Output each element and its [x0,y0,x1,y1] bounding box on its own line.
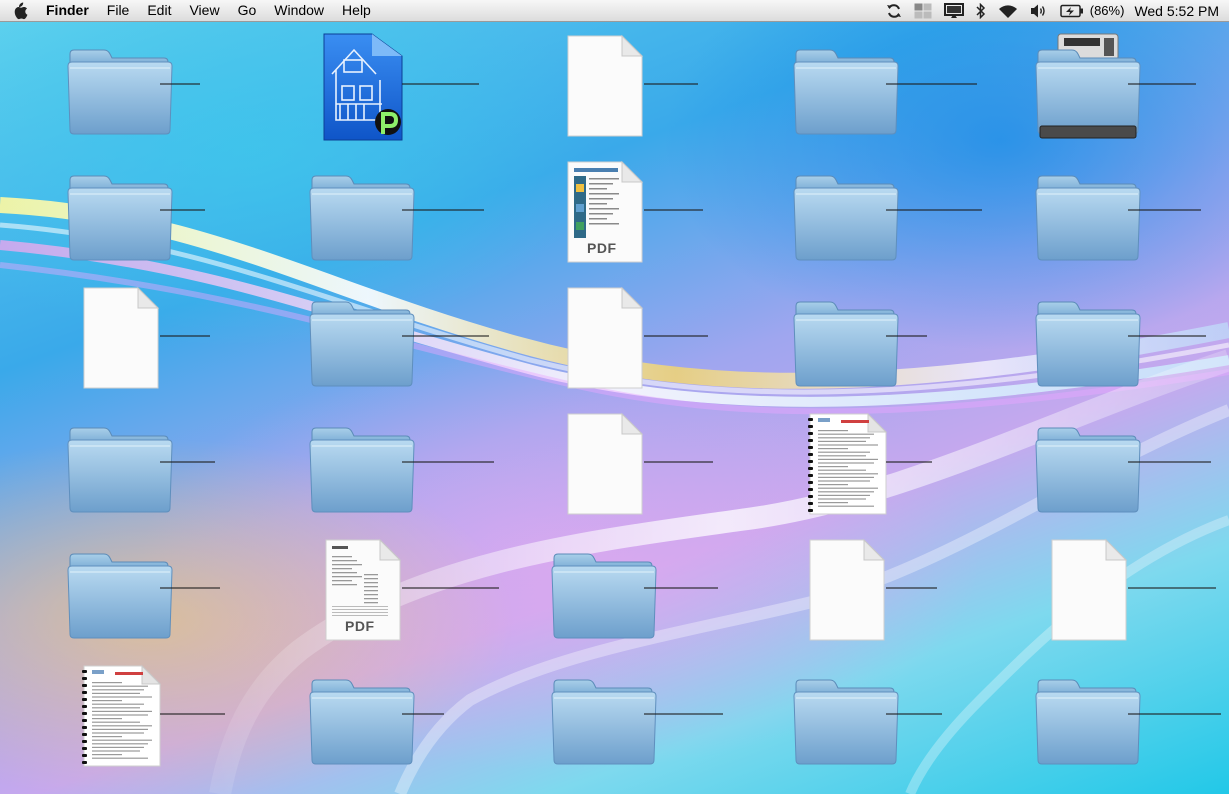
volume-icon[interactable] [1024,0,1054,21]
desktop-item-folder[interactable] [1028,660,1221,780]
menu-window[interactable]: Window [265,0,333,21]
desktop-item-folder[interactable] [302,282,489,402]
battery-percentage: (86%) [1089,3,1125,18]
pdf-badge-label: PDF [345,618,375,634]
desktop-item-document[interactable] [786,534,937,654]
desktop-item-document[interactable] [544,408,713,528]
desktop-item-folder[interactable] [302,408,494,528]
battery-icon[interactable] [1054,0,1090,21]
desktop-item-label [886,206,1006,214]
desktop-item-label [402,332,522,340]
desktop-item-folder[interactable] [786,660,942,780]
desktop-item-label [886,458,1006,466]
desktop-item-label [886,584,1006,592]
desktop-item-folder[interactable] [544,660,723,780]
menu-clock[interactable]: Wed 5:52 PM [1128,3,1229,19]
desktop-item-document[interactable] [1028,534,1216,654]
pdf-badge-label: PDF [587,240,617,256]
desktop-item-folder[interactable] [1028,156,1201,276]
desktop-item-label [160,710,280,718]
desktop-item-label [402,206,522,214]
desktop-item-doc-preview[interactable] [786,408,932,528]
desktop-item-label [1128,80,1229,88]
menu-app-finder[interactable]: Finder [40,0,98,21]
desktop-item-folder[interactable] [786,30,977,150]
display-icon[interactable] [938,0,970,21]
menu-help[interactable]: Help [333,0,380,21]
desktop-item-label [644,458,764,466]
desktop-item-folder[interactable] [60,156,205,276]
desktop-item-folder[interactable] [60,30,200,150]
wifi-icon[interactable] [992,0,1024,21]
desktop-item-label [402,80,522,88]
desktop-item-label [160,206,280,214]
desktop-item-document[interactable] [60,282,210,402]
desktop-item-folder[interactable] [1028,282,1206,402]
desktop-item-label [886,80,1006,88]
desktop-item-folder[interactable] [302,156,484,276]
desktop-item-drive[interactable] [1028,30,1196,150]
desktop-item-folder[interactable] [786,156,982,276]
desktop-item-app-doc[interactable] [302,30,479,150]
desktop-item-folder[interactable] [60,534,220,654]
desktop-item-folder[interactable] [60,408,215,528]
desktop-item-label [1128,584,1229,592]
desktop-item-label [644,80,764,88]
desktop-item-label [1128,332,1229,340]
desktop-item-doc-preview[interactable] [60,660,225,780]
desktop-item-label [402,710,522,718]
desktop-item-label [1128,458,1229,466]
desktop-item-label [160,584,280,592]
desktop-item-folder[interactable] [302,660,444,780]
menu-edit[interactable]: Edit [138,0,180,21]
desktop-item-document[interactable] [544,282,708,402]
desktop-item-pdf[interactable]: PDF [544,156,703,276]
menu-file[interactable]: File [98,0,139,21]
spaces-icon[interactable] [908,0,938,21]
desktop-item-label [886,332,1006,340]
desktop-item-folder[interactable] [544,534,718,654]
desktop-item-folder[interactable] [786,282,927,402]
desktop-item-label [402,458,522,466]
menu-view[interactable]: View [180,0,228,21]
desktop-item-document[interactable] [544,30,698,150]
desktop-item-label [644,206,764,214]
desktop-item-label [1128,710,1229,718]
apple-menu-icon[interactable] [0,0,40,21]
desktop-item-label [644,584,764,592]
sync-icon[interactable] [880,0,908,21]
bluetooth-icon[interactable] [970,0,992,21]
desktop-item-label [160,80,280,88]
desktop-item-folder[interactable] [1028,408,1211,528]
menu-bar: Finder File Edit View Go Window Help (86… [0,0,1229,22]
desktop-item-label [886,710,1006,718]
desktop-item-label [644,332,764,340]
desktop-item-label [160,332,280,340]
menu-go[interactable]: Go [229,0,266,21]
desktop-item-pdf[interactable]: PDF [302,534,499,654]
desktop-item-label [160,458,280,466]
desktop-item-label [644,710,764,718]
desktop-item-label [402,584,522,592]
desktop-item-label [1128,206,1229,214]
